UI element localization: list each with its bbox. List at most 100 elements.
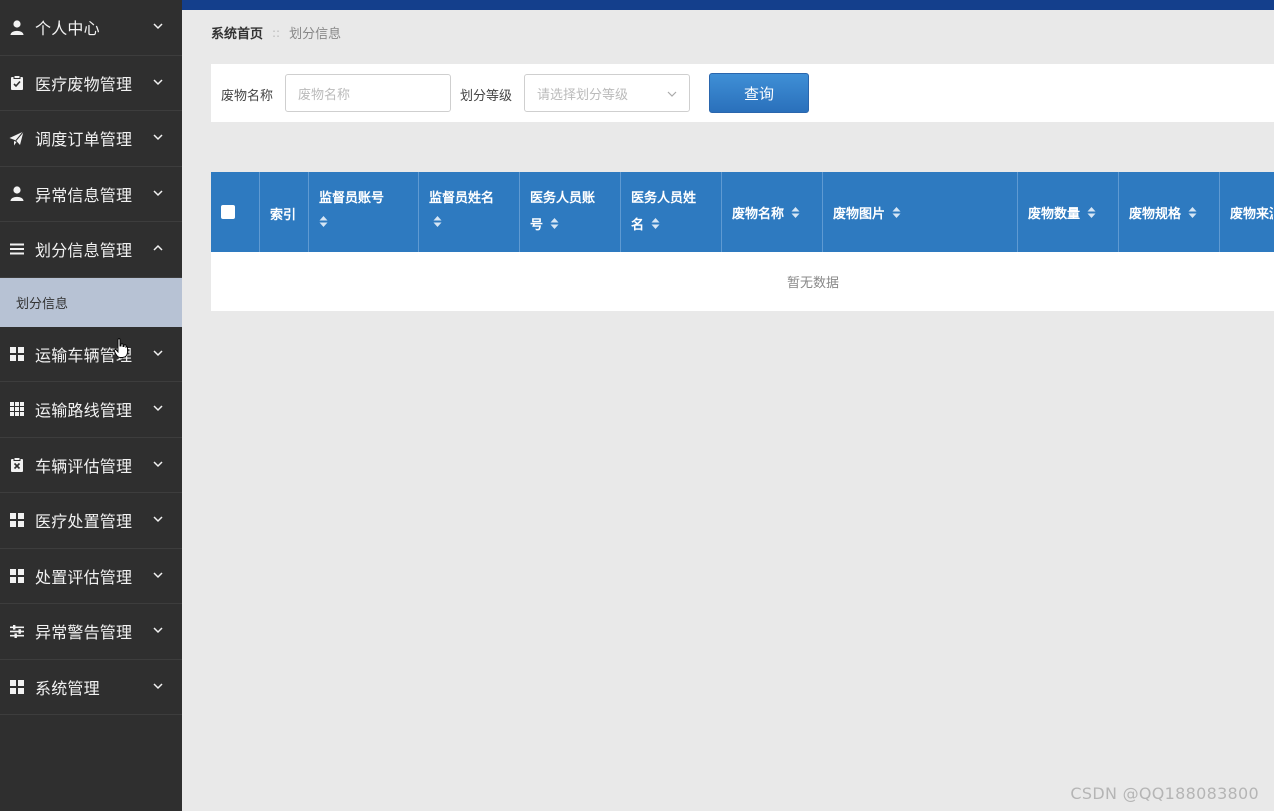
sidebar-item-label: 处置评估管理 [35, 567, 133, 587]
chevron-down-icon [153, 190, 163, 196]
column-header-waste-source[interactable]: 废物来源 [1220, 172, 1273, 252]
sidebar-item-label: 运输路线管理 [35, 401, 133, 421]
user-icon [9, 20, 24, 35]
breadcrumb-home-link[interactable]: 系统首页 [211, 23, 263, 42]
column-header-medical-staff-name[interactable]: 医务人员姓 名 [621, 172, 722, 252]
column-header-index: 索引 [260, 172, 309, 252]
sliders-icon [9, 624, 24, 639]
column-header-label: 医务人员姓 [631, 191, 697, 206]
chevron-down-icon [153, 627, 163, 634]
sidebar-item-system-management[interactable]: 系统管理 [0, 660, 182, 715]
sidebar-item-label: 系统管理 [35, 678, 100, 698]
query-button[interactable]: 查询 [709, 73, 809, 113]
column-header-label: 废物数量 [1028, 207, 1081, 222]
chevron-down-icon [667, 91, 677, 97]
waste-name-label: 废物名称 [221, 89, 274, 104]
chevron-down-icon [153, 134, 163, 141]
column-header-supervisor-name[interactable]: 监督员姓名 [419, 172, 520, 252]
list-icon [9, 242, 24, 257]
column-header-waste-spec[interactable]: 废物规格 [1119, 172, 1220, 252]
top-bar [182, 0, 1274, 10]
grid-icon [9, 568, 24, 583]
paper-plane-icon [9, 130, 24, 146]
chevron-down-icon [153, 683, 163, 689]
grid-icon [9, 402, 24, 417]
column-header-waste-name[interactable]: 废物名称 [722, 172, 823, 252]
column-header-supervisor-account[interactable]: 监督员账号 [309, 172, 419, 252]
column-header-waste-image[interactable]: 废物图片 [823, 172, 1018, 252]
column-header-label: 监督员账号 [319, 191, 385, 206]
column-header-label: 废物图片 [833, 207, 886, 222]
grid-icon [9, 679, 24, 694]
sidebar-item-label: 个人中心 [35, 19, 100, 39]
sort-icon[interactable] [651, 217, 660, 230]
sidebar-item-transport-routes[interactable]: 运输路线管理 [0, 382, 182, 438]
column-header-label: 名 [631, 218, 645, 233]
chevron-up-icon [153, 245, 163, 251]
submenu-item-label: 划分信息 [16, 296, 69, 312]
clipboard-icon [9, 75, 24, 91]
column-header-medical-staff-account[interactable]: 医务人员账 号 [520, 172, 621, 252]
sidebar-item-label: 异常警告管理 [35, 623, 133, 643]
sort-icon[interactable] [1188, 206, 1197, 219]
sort-icon[interactable] [892, 206, 901, 219]
sidebar-item-exception-warning[interactable]: 异常警告管理 [0, 604, 182, 660]
sidebar-item-vehicle-evaluation[interactable]: 车辆评估管理 [0, 438, 182, 493]
table-header: 索引 监督员账号 监督员姓名 医务人员账 号 医务人员姓 名 废物名称 废物图片… [211, 172, 1274, 252]
column-header-label: 监督员姓名 [429, 191, 495, 206]
waste-name-input[interactable]: 废物名称 [285, 74, 451, 112]
sidebar-item-dispatch-orders[interactable]: 调度订单管理 [0, 111, 182, 167]
sort-icon[interactable] [433, 215, 442, 228]
sort-icon[interactable] [791, 206, 800, 219]
user-icon [9, 186, 24, 202]
chevron-down-icon [153, 405, 163, 412]
column-header-waste-quantity[interactable]: 废物数量 [1018, 172, 1119, 252]
sidebar-item-label: 医疗废物管理 [35, 74, 133, 94]
chevron-down-icon [153, 572, 163, 578]
column-header-label: 医务人员账 [530, 191, 596, 206]
sidebar-item-label: 异常信息管理 [35, 185, 133, 205]
select-all-checkbox[interactable] [221, 205, 235, 219]
sort-icon[interactable] [550, 217, 559, 230]
sort-icon[interactable] [319, 215, 328, 228]
clipboard-x-icon [9, 457, 24, 473]
sidebar-item-transport-vehicles[interactable]: 运输车辆管理 [0, 327, 182, 382]
column-header-label: 号 [530, 218, 544, 233]
column-header-label: 废物来源 [1230, 207, 1273, 222]
chevron-down-icon [153, 461, 163, 467]
chevron-down-icon [153, 23, 163, 30]
sidebar-item-medical-disposal[interactable]: 医疗处置管理 [0, 493, 182, 549]
grid-icon [9, 513, 24, 528]
sidebar-item-personal-center[interactable]: 个人中心 [0, 0, 182, 56]
hand-cursor-icon [114, 338, 128, 358]
sidebar-item-label: 调度订单管理 [35, 130, 133, 150]
chevron-down-icon [153, 516, 163, 523]
breadcrumb: 系统首页 :: 划分信息 [211, 23, 342, 43]
sidebar-item-exception-info[interactable]: 异常信息管理 [0, 167, 182, 222]
sort-icon[interactable] [1087, 206, 1096, 219]
column-header-label: 索引 [270, 208, 297, 223]
column-header-select-all [211, 172, 260, 252]
sidebar-item-label: 医疗处置管理 [35, 512, 133, 532]
table-body: 暂无数据 [211, 252, 1274, 311]
waste-name-placeholder: 废物名称 [298, 87, 351, 103]
watermark: CSDN @QQ188083800 [1070, 784, 1259, 803]
grid-icon [9, 346, 24, 361]
division-level-placeholder: 请选择划分等级 [537, 87, 629, 103]
chevron-down-icon [153, 350, 163, 356]
submenu-item-division-info[interactable]: 划分信息 [0, 277, 182, 327]
column-header-label: 废物名称 [732, 207, 785, 222]
division-level-select[interactable]: 请选择划分等级 [524, 74, 690, 112]
sidebar-item-division-info[interactable]: 划分信息管理 [0, 222, 182, 278]
data-table: 索引 监督员账号 监督员姓名 医务人员账 号 医务人员姓 名 废物名称 废物图片… [211, 172, 1274, 311]
chevron-down-icon [153, 79, 163, 85]
breadcrumb-separator: :: [272, 25, 281, 40]
sidebar-item-disposal-evaluation[interactable]: 处置评估管理 [0, 549, 182, 604]
sidebar-item-medical-waste[interactable]: 医疗废物管理 [0, 56, 182, 111]
search-panel: 废物名称 废物名称 划分等级 请选择划分等级 查询 [211, 64, 1274, 122]
sidebar-item-label: 划分信息管理 [35, 241, 133, 261]
sidebar: 个人中心 医疗废物管理 调度订单管理 异常信息管理 划分信息管理 划分信息 运输… [0, 0, 182, 811]
breadcrumb-current: 划分信息 [289, 27, 342, 42]
empty-state-text: 暂无数据 [786, 276, 839, 291]
column-header-label: 废物规格 [1129, 207, 1182, 222]
